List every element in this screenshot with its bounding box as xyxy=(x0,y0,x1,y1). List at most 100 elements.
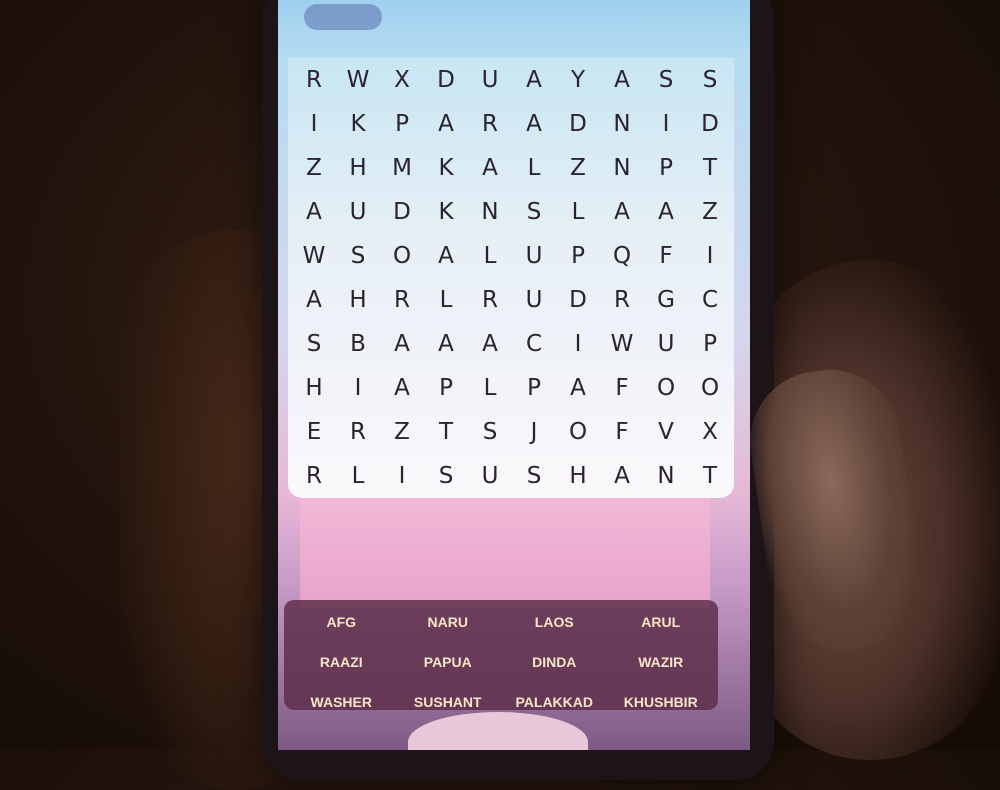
grid-letter[interactable]: U xyxy=(336,190,380,234)
grid-letter[interactable]: A xyxy=(292,190,336,234)
grid-letter[interactable]: P xyxy=(644,146,688,190)
grid-letter[interactable]: S xyxy=(292,322,336,366)
grid-letter[interactable]: S xyxy=(512,454,556,498)
grid-letter[interactable]: E xyxy=(292,410,336,454)
grid-letter[interactable]: H xyxy=(292,366,336,410)
grid-letter[interactable]: V xyxy=(644,410,688,454)
grid-letter[interactable]: L xyxy=(468,234,512,278)
grid-letter[interactable]: P xyxy=(380,102,424,146)
grid-letter[interactable]: S xyxy=(468,410,512,454)
grid-letter[interactable]: R xyxy=(292,454,336,498)
grid-letter[interactable]: U xyxy=(468,454,512,498)
grid-letter[interactable]: N xyxy=(600,102,644,146)
grid-letter[interactable]: S xyxy=(424,454,468,498)
grid-letter[interactable]: A xyxy=(424,234,468,278)
grid-letter[interactable]: S xyxy=(512,190,556,234)
grid-letter[interactable]: A xyxy=(468,146,512,190)
grid-letter[interactable]: Z xyxy=(292,146,336,190)
grid-letter[interactable]: X xyxy=(688,410,732,454)
grid-letter[interactable]: A xyxy=(644,190,688,234)
grid-letter[interactable]: T xyxy=(688,454,732,498)
grid-letter[interactable]: O xyxy=(644,366,688,410)
grid-letter[interactable]: I xyxy=(688,234,732,278)
grid-letter[interactable]: I xyxy=(644,102,688,146)
grid-letter[interactable]: A xyxy=(512,58,556,102)
grid-letter[interactable]: A xyxy=(292,278,336,322)
grid-letter[interactable]: A xyxy=(600,454,644,498)
grid-letter[interactable]: W xyxy=(292,234,336,278)
grid-letter[interactable]: P xyxy=(688,322,732,366)
grid-letter[interactable]: I xyxy=(292,102,336,146)
grid-letter[interactable]: R xyxy=(468,102,512,146)
grid-letter[interactable]: P xyxy=(556,234,600,278)
grid-letter[interactable]: N xyxy=(600,146,644,190)
grid-letter[interactable]: F xyxy=(644,234,688,278)
grid-letter[interactable]: R xyxy=(336,410,380,454)
grid-letter[interactable]: S xyxy=(336,234,380,278)
grid-letter[interactable]: K xyxy=(336,102,380,146)
grid-letter[interactable]: K xyxy=(424,190,468,234)
grid-letter[interactable]: D xyxy=(380,190,424,234)
grid-letter[interactable]: I xyxy=(380,454,424,498)
grid-letter[interactable]: H xyxy=(336,278,380,322)
grid-letter[interactable]: L xyxy=(468,366,512,410)
grid-letter[interactable]: C xyxy=(688,278,732,322)
grid-letter[interactable]: J xyxy=(512,410,556,454)
grid-letter[interactable]: O xyxy=(688,366,732,410)
grid-letter[interactable]: R xyxy=(600,278,644,322)
grid-letter[interactable]: T xyxy=(688,146,732,190)
grid-letter[interactable]: N xyxy=(468,190,512,234)
grid-letter[interactable]: A xyxy=(424,102,468,146)
grid-letter[interactable]: N xyxy=(644,454,688,498)
grid-letter[interactable]: A xyxy=(600,58,644,102)
grid-letter[interactable]: D xyxy=(688,102,732,146)
grid-letter[interactable]: F xyxy=(600,410,644,454)
grid-letter[interactable]: B xyxy=(336,322,380,366)
grid-letter[interactable]: X xyxy=(380,58,424,102)
grid-letter[interactable]: M xyxy=(380,146,424,190)
grid-letter[interactable]: L xyxy=(512,146,556,190)
grid-letter[interactable]: L xyxy=(556,190,600,234)
grid-letter[interactable]: I xyxy=(556,322,600,366)
grid-letter[interactable]: U xyxy=(512,278,556,322)
grid-letter[interactable]: C xyxy=(512,322,556,366)
grid-letter[interactable]: S xyxy=(688,58,732,102)
grid-letter[interactable]: D xyxy=(424,58,468,102)
grid-letter[interactable]: Q xyxy=(600,234,644,278)
grid-letter[interactable]: R xyxy=(380,278,424,322)
grid-letter[interactable]: D xyxy=(556,278,600,322)
grid-letter[interactable]: K xyxy=(424,146,468,190)
grid-letter[interactable]: F xyxy=(600,366,644,410)
grid-letter[interactable]: S xyxy=(644,58,688,102)
grid-letter[interactable]: U xyxy=(644,322,688,366)
grid-letter[interactable]: R xyxy=(468,278,512,322)
grid-letter[interactable]: Z xyxy=(688,190,732,234)
grid-letter[interactable]: P xyxy=(512,366,556,410)
grid-letter[interactable]: U xyxy=(468,58,512,102)
grid-letter[interactable]: H xyxy=(336,146,380,190)
grid-letter[interactable]: L xyxy=(424,278,468,322)
grid-letter[interactable]: A xyxy=(468,322,512,366)
grid-letter[interactable]: A xyxy=(380,322,424,366)
grid-letter[interactable]: A xyxy=(556,366,600,410)
grid-letter[interactable]: O xyxy=(556,410,600,454)
grid-letter[interactable]: H xyxy=(556,454,600,498)
grid-letter[interactable]: Y xyxy=(556,58,600,102)
grid-letter[interactable]: G xyxy=(644,278,688,322)
grid-letter[interactable]: L xyxy=(336,454,380,498)
grid-letter[interactable]: U xyxy=(512,234,556,278)
grid-letter[interactable]: W xyxy=(336,58,380,102)
grid-letter[interactable]: Z xyxy=(380,410,424,454)
grid-letter[interactable]: W xyxy=(600,322,644,366)
grid-letter[interactable]: A xyxy=(512,102,556,146)
grid-letter[interactable]: T xyxy=(424,410,468,454)
grid-letter[interactable]: A xyxy=(424,322,468,366)
grid-letter[interactable]: I xyxy=(336,366,380,410)
grid-letter[interactable]: D xyxy=(556,102,600,146)
grid-letter[interactable]: Z xyxy=(556,146,600,190)
grid-letter[interactable]: R xyxy=(292,58,336,102)
grid-letter[interactable]: A xyxy=(600,190,644,234)
grid-letter[interactable]: P xyxy=(424,366,468,410)
letter-grid[interactable]: RWXDUAYASSIKPARADNIDZHMKALZNPTAUDKNSLAAZ… xyxy=(292,58,732,498)
grid-letter[interactable]: O xyxy=(380,234,424,278)
